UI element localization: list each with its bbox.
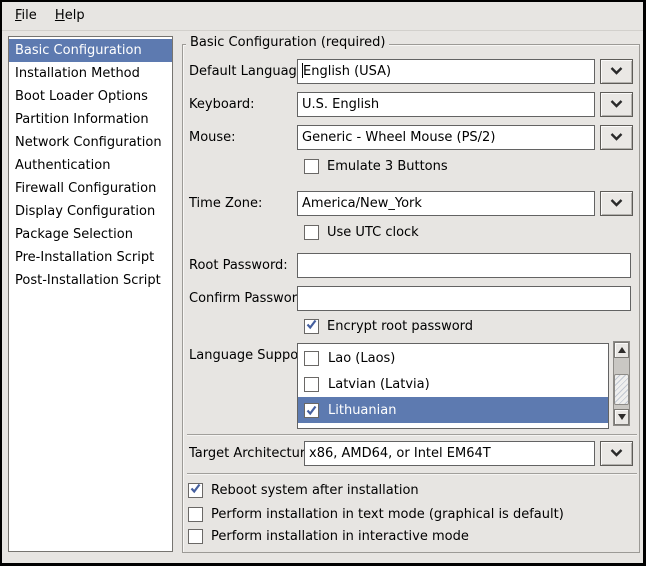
sidebar-item-partition-information[interactable]: Partition Information (9, 108, 172, 131)
reboot-after-install-checkbox[interactable] (188, 483, 203, 498)
list-item-macedonian[interactable]: Macedonian (298, 423, 608, 429)
list-item-label: Macedonian (328, 429, 407, 430)
keyboard-label: Keyboard: (189, 92, 255, 117)
scrollbar-thumb[interactable] (614, 374, 629, 405)
default-language-combo-entry[interactable]: English (USA) (297, 59, 595, 84)
time-zone-dropdown-button[interactable] (600, 191, 633, 216)
sidebar-item-installation-method[interactable]: Installation Method (9, 62, 172, 85)
default-language-dropdown-button[interactable] (600, 59, 633, 84)
mouse-dropdown-button[interactable] (600, 125, 633, 150)
basic-configuration-group: Basic Configuration (required) Default L… (182, 44, 640, 553)
text-mode-install-label: Perform installation in text mode (graph… (211, 506, 564, 523)
arrow-down-icon (618, 414, 626, 420)
mouse-label: Mouse: (189, 125, 236, 150)
checkmark-icon (306, 319, 317, 334)
list-item-latvian[interactable]: Latvian (Latvia) (298, 371, 608, 397)
sidebar-item-firewall-configuration[interactable]: Firewall Configuration (9, 177, 172, 200)
mouse-combo-entry[interactable]: Generic - Wheel Mouse (PS/2) (297, 125, 595, 150)
time-zone-label: Time Zone: (189, 191, 262, 216)
interactive-install-label: Perform installation in interactive mode (211, 528, 469, 545)
separator (187, 434, 637, 436)
use-utc-clock-checkbox[interactable] (304, 225, 319, 240)
reboot-after-install-label: Reboot system after installation (211, 482, 419, 499)
sidebar-item-basic-configuration[interactable]: Basic Configuration (9, 39, 172, 62)
confirm-password-label: Confirm Password: (189, 286, 309, 311)
use-utc-clock-label: Use UTC clock (327, 224, 419, 241)
macedonian-checkbox[interactable] (304, 429, 319, 430)
arrow-up-icon (618, 347, 626, 353)
sidebar-section-list: Basic Configuration Installation Method … (8, 36, 173, 552)
root-password-input[interactable] (297, 253, 631, 278)
list-item-label: Lao (Laos) (328, 351, 395, 366)
chevron-down-icon (610, 446, 623, 461)
list-item-label: Lithuanian (328, 403, 396, 418)
lao-checkbox[interactable] (304, 351, 319, 366)
menubar: File Help (2, 2, 643, 31)
default-language-label: Default Language: (189, 59, 309, 84)
list-item-lao[interactable]: Lao (Laos) (298, 345, 608, 371)
encrypt-root-password-checkbox[interactable] (304, 319, 319, 334)
list-item-lithuanian[interactable]: Lithuanian (298, 397, 608, 423)
chevron-down-icon (610, 64, 623, 79)
scrollbar-up-button[interactable] (614, 342, 629, 358)
keyboard-dropdown-button[interactable] (600, 92, 633, 117)
interactive-install-checkbox[interactable] (188, 529, 203, 544)
language-support-list: Lao (Laos) Latvian (Latvia) Lithuanian M… (297, 343, 609, 429)
chevron-down-icon (610, 130, 623, 145)
group-title: Basic Configuration (required) (186, 35, 389, 50)
lithuanian-checkbox[interactable] (304, 403, 319, 418)
emulate-3-buttons-checkbox[interactable] (304, 159, 319, 174)
latvian-checkbox[interactable] (304, 377, 319, 392)
chevron-down-icon (610, 196, 623, 211)
language-support-label: Language Support: (189, 343, 313, 368)
target-architecture-label: Target Architecture: (189, 441, 317, 466)
language-list-scrollbar[interactable] (613, 341, 630, 426)
root-password-label: Root Password: (189, 253, 288, 278)
list-item-label: Latvian (Latvia) (328, 377, 430, 392)
sidebar-item-display-configuration[interactable]: Display Configuration (9, 200, 172, 223)
text-mode-install-checkbox[interactable] (188, 507, 203, 522)
menu-file[interactable]: File (8, 2, 44, 30)
sidebar-item-pre-installation-script[interactable]: Pre-Installation Script (9, 246, 172, 269)
sidebar-item-package-selection[interactable]: Package Selection (9, 223, 172, 246)
chevron-down-icon (610, 97, 623, 112)
target-architecture-combo-entry[interactable]: x86, AMD64, or Intel EM64T (304, 441, 595, 466)
confirm-password-input[interactable] (297, 286, 631, 311)
checkmark-icon (190, 483, 201, 498)
sidebar-item-boot-loader-options[interactable]: Boot Loader Options (9, 85, 172, 108)
sidebar-item-authentication[interactable]: Authentication (9, 154, 172, 177)
keyboard-combo-entry[interactable]: U.S. English (297, 92, 595, 117)
menu-help[interactable]: Help (48, 2, 92, 30)
sidebar-item-network-configuration[interactable]: Network Configuration (9, 131, 172, 154)
scrollbar-down-button[interactable] (614, 409, 629, 425)
encrypt-root-password-label: Encrypt root password (327, 318, 473, 335)
emulate-3-buttons-label: Emulate 3 Buttons (327, 158, 448, 175)
sidebar-item-post-installation-script[interactable]: Post-Installation Script (9, 269, 172, 292)
kickstart-configurator-window: File Help Basic Configuration Installati… (0, 0, 646, 566)
target-architecture-dropdown-button[interactable] (600, 441, 633, 466)
separator (187, 473, 637, 475)
time-zone-combo-entry[interactable]: America/New_York (297, 191, 595, 216)
